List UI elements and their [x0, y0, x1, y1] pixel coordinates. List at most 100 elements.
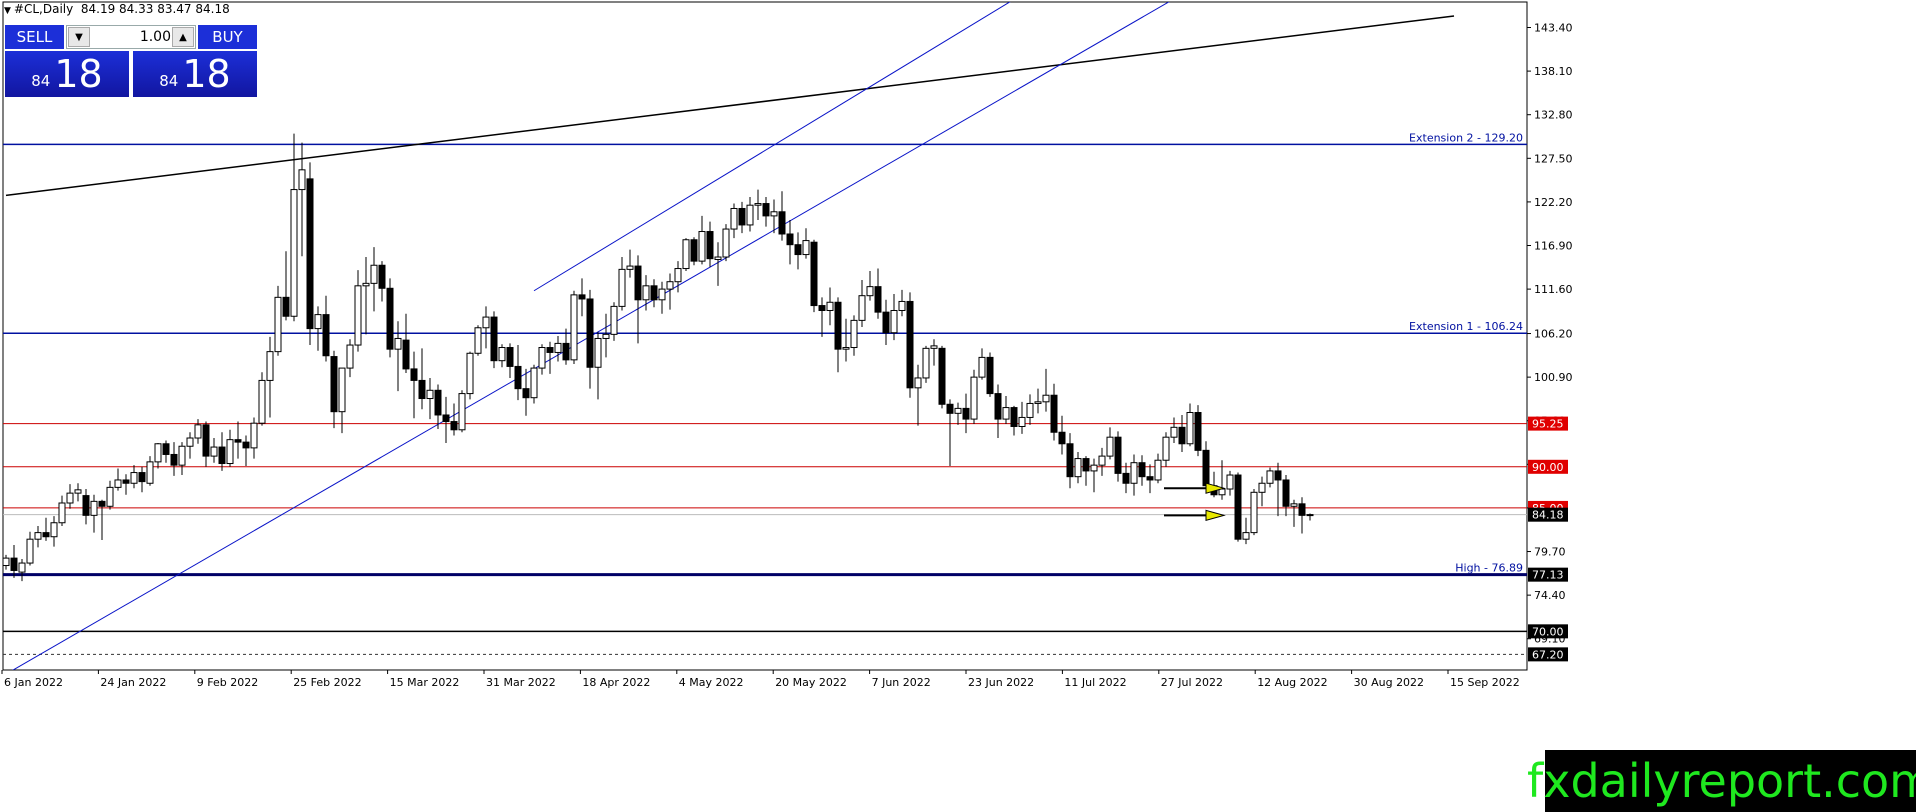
- candle-body: [3, 557, 10, 567]
- candle-body: [1042, 394, 1050, 403]
- candle-body: [562, 342, 570, 361]
- candle-body: [66, 492, 74, 504]
- date-tick-label: 15 Sep 2022: [1450, 676, 1520, 689]
- candle: [922, 345, 930, 383]
- price-badge-label: 90.00: [1532, 461, 1564, 474]
- candle-body: [738, 207, 746, 226]
- lot-size-control: ▼ ▲: [66, 25, 196, 49]
- price-badge-label: 70.00: [1532, 625, 1564, 638]
- candle-body: [978, 356, 986, 378]
- candle-body: [498, 347, 506, 362]
- candle-body: [194, 424, 202, 439]
- candle-body: [1178, 426, 1186, 445]
- candle-body: [954, 407, 962, 414]
- triangle-down-icon[interactable]: ▼: [68, 27, 90, 47]
- candle: [474, 325, 482, 356]
- price-chart[interactable]: Extension 2 - 129.20 Extension 1 - 106.24…: [0, 0, 1916, 812]
- level-label: Extension 2 - 129.20: [1409, 131, 1523, 144]
- candle-body: [850, 319, 858, 349]
- candle-body: [18, 562, 26, 573]
- candle-body: [1074, 458, 1082, 478]
- candle-body: [570, 294, 578, 361]
- candle-body: [1002, 407, 1010, 420]
- candle: [466, 351, 474, 400]
- date-tick-label: 23 Jun 2022: [968, 676, 1034, 689]
- candle-body: [1242, 532, 1250, 540]
- candle-body: [1018, 416, 1026, 427]
- candle-body: [794, 244, 802, 256]
- candle-body: [402, 339, 410, 370]
- candle-body: [786, 233, 794, 246]
- date-tick-label: 30 Aug 2022: [1354, 676, 1424, 689]
- candle-body: [866, 286, 874, 297]
- candle-body: [682, 239, 690, 270]
- buy-button[interactable]: BUY: [198, 25, 257, 49]
- candle-body: [546, 347, 554, 353]
- candle-body: [754, 203, 762, 206]
- candle-body: [10, 557, 18, 571]
- candle-body: [210, 446, 218, 457]
- candle-body: [666, 281, 674, 290]
- candle-body: [746, 204, 754, 226]
- symbol-info-bar: ▼ #CL,Daily 84.19 84.33 83.47 84.18: [4, 2, 230, 16]
- candle-body: [50, 522, 58, 538]
- candle-body: [1226, 474, 1234, 490]
- candle-body: [514, 365, 522, 390]
- candle-body: [42, 532, 50, 538]
- date-tick-label: 25 Feb 2022: [293, 676, 361, 689]
- candle-body: [1170, 426, 1178, 438]
- candle-body: [1146, 476, 1154, 481]
- candle-body: [1010, 407, 1018, 427]
- candle-body: [242, 441, 250, 449]
- lot-size-input[interactable]: [93, 27, 173, 47]
- candle-body: [554, 342, 562, 353]
- candle-body: [226, 439, 234, 465]
- candle-body: [482, 316, 490, 329]
- candle-body: [898, 300, 906, 311]
- sell-price-box[interactable]: 84 18: [5, 51, 129, 97]
- candle-body: [1298, 503, 1306, 516]
- candle-body: [1274, 470, 1282, 481]
- triangle-up-icon[interactable]: ▲: [172, 27, 194, 47]
- candle-body: [90, 500, 98, 516]
- candle-body: [218, 446, 226, 465]
- candle: [306, 162, 314, 346]
- candle: [986, 352, 994, 397]
- candle-body: [474, 327, 482, 354]
- watermark-logo: fxdailyreport.com: [1527, 750, 1916, 812]
- candle-body: [1050, 394, 1058, 433]
- candle-body: [410, 368, 418, 381]
- price-badge-label: 95.25: [1532, 418, 1564, 431]
- candle-body: [578, 294, 586, 300]
- price-tick-label: 111.60: [1534, 283, 1573, 296]
- date-tick-label: 15 Mar 2022: [390, 676, 460, 689]
- date-tick-label: 27 Jul 2022: [1161, 676, 1223, 689]
- candle-body: [930, 345, 938, 349]
- level-label: High - 76.89: [1455, 562, 1523, 575]
- candle-body: [650, 285, 658, 301]
- candle-body: [338, 367, 346, 413]
- sell-button[interactable]: SELL: [5, 25, 64, 49]
- candle-body: [114, 479, 122, 488]
- candle-body: [1218, 488, 1226, 496]
- candle: [1250, 489, 1258, 536]
- candle-body: [202, 424, 210, 457]
- date-tick-label: 20 May 2022: [775, 676, 847, 689]
- candle-body: [274, 296, 282, 353]
- candle-body: [722, 228, 730, 258]
- candle-body: [122, 479, 130, 484]
- date-tick-label: 7 Jun 2022: [872, 676, 931, 689]
- buy-price-box[interactable]: 84 18: [133, 51, 257, 97]
- candle-body: [802, 240, 810, 256]
- candle-body: [986, 356, 994, 395]
- candle-body: [298, 169, 306, 191]
- buy-price-small: 84: [159, 72, 179, 90]
- candle-body: [890, 309, 898, 334]
- candle-body: [858, 295, 866, 321]
- candle-body: [962, 407, 970, 420]
- candle: [690, 237, 698, 266]
- candle-body: [642, 285, 650, 301]
- candle-body: [426, 389, 434, 400]
- price-tick-label: 132.80: [1534, 109, 1573, 122]
- candle-body: [770, 211, 778, 217]
